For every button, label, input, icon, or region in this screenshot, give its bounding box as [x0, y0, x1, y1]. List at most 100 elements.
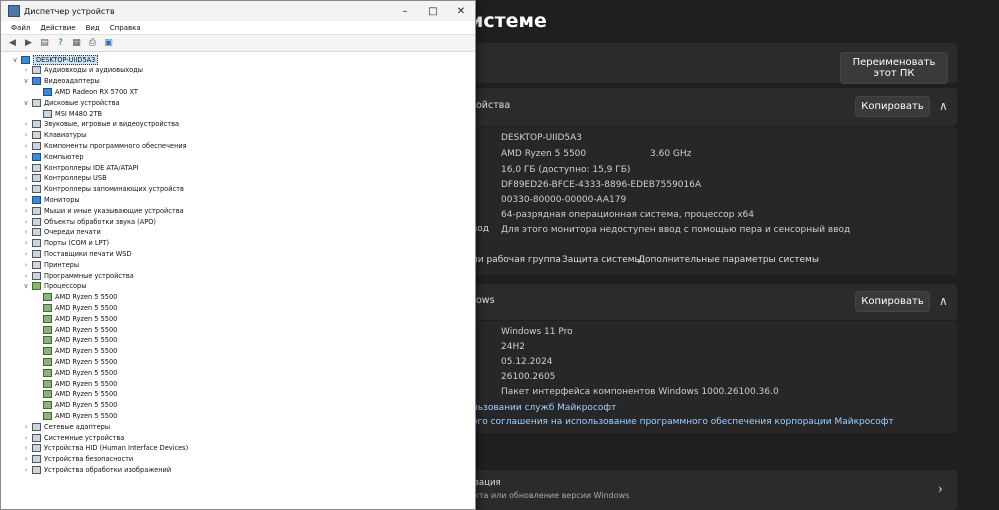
windows-spec-header[interactable]: ows Копировать ∧ — [470, 284, 957, 320]
tree-category[interactable]: › Мыши и иные указывающие устройства — [22, 205, 184, 216]
chevron-down-icon[interactable]: ∨ — [22, 99, 30, 107]
tree-category[interactable]: › Контроллеры USB — [22, 173, 107, 184]
tree-device-item[interactable]: AMD Ryzen 5 5500 — [33, 367, 117, 378]
tree-category[interactable]: › Аудиовходы и аудиовыходы — [22, 65, 143, 76]
chevron-right-icon[interactable]: › — [22, 228, 30, 236]
tree-category[interactable]: › Устройства обработки изображений — [22, 464, 171, 475]
tree-category[interactable]: › Системные устройства — [22, 432, 124, 443]
chevron-down-icon[interactable]: ∨ — [11, 56, 19, 64]
tree-category[interactable]: › Звуковые, игровые и видеоустройства — [22, 119, 179, 130]
chevron-right-icon[interactable]: › — [22, 196, 30, 204]
tree-device-item[interactable]: AMD Radeon RX 5700 XT — [33, 86, 138, 97]
tree-device-item[interactable]: AMD Ryzen 5 5500 — [33, 378, 117, 389]
chevron-right-icon[interactable]: › — [22, 164, 30, 172]
tree-item-label: Клавиатуры — [44, 131, 87, 140]
tree-category[interactable]: › Объекты обработки звука (APO) — [22, 216, 156, 227]
minimize-icon[interactable]: – — [391, 6, 419, 17]
chevron-up-icon[interactable]: ∧ — [939, 99, 948, 113]
chevron-right-icon[interactable]: › — [22, 434, 30, 442]
tree-device-item[interactable]: AMD Ryzen 5 5500 — [33, 335, 117, 346]
tree-root[interactable]: ∨ DESKTOP-UIID5A3 — [11, 54, 99, 65]
tree-category[interactable]: ∨ Дисковые устройства — [22, 97, 120, 108]
tree-category[interactable]: › Контроллеры IDE ATA/ATAPI — [22, 162, 139, 173]
link-ms-license[interactable]: ого соглашения на использование программ… — [472, 417, 894, 427]
tree-category[interactable]: › Мониторы — [22, 194, 80, 205]
tree-category[interactable]: › Клавиатуры — [22, 130, 86, 141]
chevron-right-icon[interactable]: › — [22, 250, 30, 258]
link-workgroup[interactable]: ли рабочая группа — [472, 255, 561, 265]
chevron-right-icon[interactable]: › — [22, 466, 30, 474]
tree-device-item[interactable]: AMD Ryzen 5 5500 — [33, 313, 117, 324]
tree-category[interactable]: › Принтеры — [22, 259, 79, 270]
maximize-icon[interactable]: □ — [419, 6, 447, 17]
device-spec-header[interactable]: ойства Копировать ∧ — [470, 88, 957, 126]
tree-category[interactable]: ∨ Процессоры — [22, 281, 86, 292]
device-icon — [32, 141, 41, 150]
properties-icon[interactable]: ▤ — [39, 38, 50, 48]
tree-device-item[interactable]: AMD Ryzen 5 5500 — [33, 356, 117, 367]
chevron-right-icon[interactable]: › — [22, 444, 30, 452]
device-icon — [32, 120, 41, 129]
tree-category[interactable]: › Порты (COM и LPT) — [22, 238, 109, 249]
chevron-right-icon[interactable]: › — [22, 423, 30, 431]
tree-device-item[interactable]: MSI M480 2TB — [33, 108, 102, 119]
chevron-right-icon[interactable]: › — [22, 207, 30, 215]
update-driver-icon[interactable]: ▦ — [71, 38, 82, 48]
chevron-right-icon[interactable]: › — [938, 482, 943, 496]
help-icon[interactable]: ? — [55, 38, 66, 48]
chevron-right-icon[interactable]: › — [22, 455, 30, 463]
chevron-right-icon[interactable]: › — [22, 142, 30, 150]
tree-category[interactable]: › Устройства HID (Human Interface Devices… — [22, 443, 188, 454]
menu-action[interactable]: Действие — [40, 24, 75, 32]
menu-view[interactable]: Вид — [86, 24, 100, 32]
chevron-down-icon[interactable]: ∨ — [22, 77, 30, 85]
title-bar[interactable]: Диспетчер устройств – □ ✕ — [1, 1, 475, 21]
rename-pc-button[interactable]: Переименовать этот ПК — [840, 52, 948, 84]
close-icon[interactable]: ✕ — [447, 6, 475, 17]
chevron-right-icon[interactable]: › — [22, 174, 30, 182]
tree-category[interactable]: › Компоненты программного обеспечения — [22, 140, 187, 151]
tree-device-item[interactable]: AMD Ryzen 5 5500 — [33, 324, 117, 335]
chevron-right-icon[interactable]: › — [22, 185, 30, 193]
chevron-up-icon[interactable]: ∧ — [939, 294, 948, 308]
device-icon — [32, 422, 41, 431]
monitor-icon[interactable]: ▣ — [103, 38, 114, 48]
chevron-down-icon[interactable]: ∨ — [22, 282, 30, 290]
copy-windows-spec-button[interactable]: Копировать — [855, 291, 930, 312]
chevron-right-icon[interactable]: › — [22, 120, 30, 128]
chevron-right-icon[interactable]: › — [22, 261, 30, 269]
menu-file[interactable]: Файл — [11, 24, 30, 32]
spec-system-type: 64-разрядная операционная система, проце… — [501, 210, 755, 220]
forward-arrow-icon[interactable]: ▶ — [23, 38, 34, 48]
tree-device-item[interactable]: AMD Ryzen 5 5500 — [33, 302, 117, 313]
tree-category[interactable]: ∨ Видеоадаптеры — [22, 76, 100, 87]
back-arrow-icon[interactable]: ◀ — [7, 38, 18, 48]
tree-item-label: AMD Ryzen 5 5500 — [55, 347, 118, 356]
link-ms-services[interactable]: льзовании служб Майкрософт — [472, 403, 616, 413]
print-icon[interactable]: ⎙ — [87, 38, 98, 48]
tree-category[interactable]: › Поставщики печати WSD — [22, 248, 132, 259]
tree-category[interactable]: › Сетевые адаптеры — [22, 421, 110, 432]
copy-device-spec-button[interactable]: Копировать — [855, 96, 930, 117]
link-system-protection[interactable]: Защита системы — [562, 255, 642, 265]
tree-device-item[interactable]: AMD Ryzen 5 5500 — [33, 292, 117, 303]
tree-category[interactable]: › Контроллеры запоминающих устройств — [22, 184, 184, 195]
tree-category[interactable]: › Программные устройства — [22, 270, 134, 281]
menu-help[interactable]: Справка — [110, 24, 141, 32]
tree-device-item[interactable]: AMD Ryzen 5 5500 — [33, 410, 117, 421]
tree-category[interactable]: › Устройства безопасности — [22, 454, 133, 465]
tree-category[interactable]: › Очереди печати — [22, 227, 101, 238]
tree-device-item[interactable]: AMD Ryzen 5 5500 — [33, 400, 117, 411]
chevron-right-icon[interactable]: › — [22, 131, 30, 139]
activation-card[interactable]: вация кта или обновление версии Windows … — [470, 470, 957, 510]
chevron-right-icon[interactable]: › — [22, 272, 30, 280]
chevron-right-icon[interactable]: › — [22, 153, 30, 161]
chevron-right-icon[interactable]: › — [22, 239, 30, 247]
tree-device-item[interactable]: AMD Ryzen 5 5500 — [33, 389, 117, 400]
chevron-right-icon[interactable]: › — [22, 66, 30, 74]
chevron-right-icon[interactable]: › — [22, 218, 30, 226]
link-advanced-settings[interactable]: Дополнительные параметры системы — [638, 255, 819, 265]
tree-category[interactable]: › Компьютер — [22, 151, 84, 162]
toolbar: ◀ ▶ ▤ ? ▦ ⎙ ▣ — [1, 34, 475, 52]
tree-device-item[interactable]: AMD Ryzen 5 5500 — [33, 346, 117, 357]
